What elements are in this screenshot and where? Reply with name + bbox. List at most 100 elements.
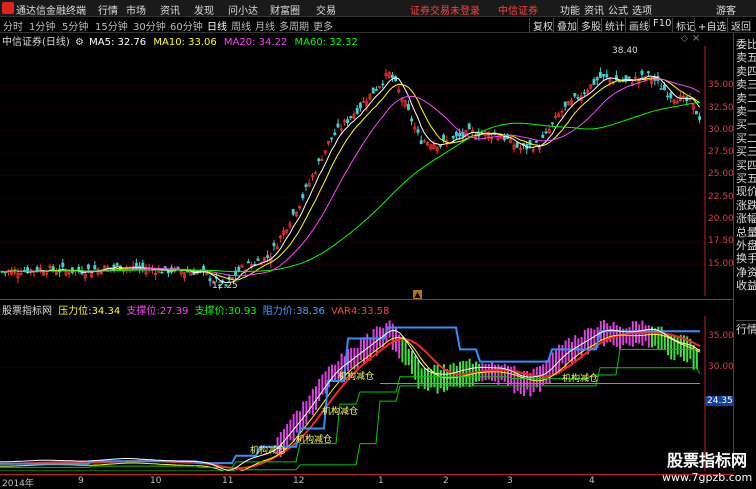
candle-body [317, 158, 321, 162]
tool-f10[interactable]: F10 [649, 18, 671, 29]
candle-body [419, 140, 423, 145]
ma-header: 中信证券(日线) ⚙ MA5: 32.76 MA10: 33.06 MA20: … [0, 33, 358, 48]
watermark-title: 股票指标网 [666, 451, 747, 470]
period-60min[interactable]: 60分钟 [170, 18, 203, 33]
period-5min[interactable]: 5分钟 [62, 18, 88, 33]
candle-body [694, 110, 698, 115]
period-daily[interactable]: 日线 [207, 18, 227, 33]
user-label[interactable]: 游客 [716, 2, 736, 17]
candle-body [698, 116, 702, 120]
period-more[interactable]: 更多 [313, 18, 333, 33]
menu-formula[interactable]: 公式 [608, 2, 628, 17]
high-price-label: 38.40 [612, 46, 638, 56]
indicator-tick: 30.00 [708, 361, 734, 372]
x-tick: 2014年 [2, 479, 34, 489]
ma5-line [1, 75, 701, 284]
menu-discover[interactable]: 发现 [194, 2, 214, 17]
candle-body [374, 89, 378, 91]
ma20-line [1, 78, 700, 277]
candle-body [394, 76, 398, 82]
candle-body [573, 93, 577, 97]
menu-quotes[interactable]: 行情 [98, 2, 118, 17]
candle-body [416, 129, 420, 133]
site-watermark: 股票指标网 www.7gpzb.com [662, 451, 752, 487]
menu-options[interactable]: 选项 [632, 2, 652, 17]
candle-body [534, 141, 538, 143]
period-15min[interactable]: 15分钟 [95, 18, 128, 33]
candle-body [330, 137, 334, 140]
menu-market[interactable]: 市场 [126, 2, 146, 17]
app-logo-icon [2, 2, 14, 14]
menu-function[interactable]: 功能 [560, 2, 580, 17]
side-tab-quotes[interactable]: 行情 [736, 320, 756, 337]
menu-ask[interactable]: 问小达 [228, 2, 258, 17]
broker-name[interactable]: 中信证券 [498, 2, 538, 17]
period-monthly[interactable]: 月线 [255, 18, 275, 33]
annotation-label: 机构减仓 [296, 435, 333, 445]
x-tick: 3 [507, 476, 513, 486]
x-tick: 12 [293, 476, 305, 486]
candle-body [605, 74, 609, 78]
candle-body [160, 271, 164, 274]
candle-body [563, 101, 567, 107]
candle-body [246, 261, 250, 264]
candle-body [406, 103, 410, 110]
candle-body [186, 270, 190, 273]
time-axis: 2014年 9 10 11 12 1 2 3 4 [0, 474, 733, 489]
menu-trade[interactable]: 交易 [316, 2, 336, 17]
tool-adjust[interactable]: 复权 [529, 18, 553, 33]
price-tick: 20.00 [708, 214, 734, 225]
period-weekly[interactable]: 周线 [231, 18, 251, 33]
close-icon[interactable]: × [692, 33, 700, 44]
tool-mark[interactable]: 标记 [672, 18, 696, 33]
var4-line [0, 331, 701, 470]
candle-body [390, 74, 394, 79]
app-title: 通达信金融终端 [16, 6, 86, 17]
candle-body [646, 71, 650, 74]
kline-chart[interactable] [0, 46, 733, 296]
candle-body [115, 263, 119, 266]
candle-body [112, 264, 116, 268]
candle-body [163, 266, 167, 268]
candle-body [544, 131, 548, 134]
price-tick: 32.50 [708, 102, 734, 113]
tool-draw[interactable]: 画线 [625, 18, 649, 33]
indicator-chart[interactable] [0, 316, 733, 471]
candle-body [93, 265, 97, 270]
candle-body [576, 96, 580, 99]
candle-body [454, 131, 458, 137]
candle-body [61, 262, 65, 268]
expand-icon[interactable]: ◇ [681, 34, 688, 44]
period-30min[interactable]: 30分钟 [133, 18, 166, 33]
menu-info[interactable]: 资讯 [584, 2, 604, 17]
candle-body [595, 77, 599, 81]
candle-body [662, 84, 666, 91]
login-status[interactable]: 证券交易未登录 [410, 2, 480, 17]
tool-stats[interactable]: 统计 [601, 18, 625, 33]
candle-body [358, 102, 362, 109]
period-timeshare[interactable]: 分时 [3, 18, 23, 33]
price-tick: 15.00 [708, 258, 734, 269]
menu-wealth[interactable]: 财富圈 [270, 2, 300, 17]
candle-body [602, 73, 606, 77]
price-tick: 17.50 [708, 236, 734, 247]
tool-add-watch[interactable]: +自选 [694, 18, 726, 33]
menu-bar: 通达信金融终端 行情 市场 资讯 发现 问小达 财富圈 交易 证券交易未登录 中… [0, 0, 756, 17]
price-line [0, 328, 701, 471]
period-1min[interactable]: 1分钟 [29, 18, 55, 33]
candle-body [618, 80, 622, 83]
candle-body [333, 132, 337, 136]
candle-body [550, 122, 554, 125]
candle-body [627, 76, 631, 79]
x-tick: 2 [443, 476, 449, 486]
menu-news[interactable]: 资讯 [160, 2, 180, 17]
candle-body [304, 184, 308, 187]
price-tick: 22.50 [708, 191, 734, 202]
tool-multistock[interactable]: 多股 [577, 18, 601, 33]
event-marker-icon[interactable]: ▲ [413, 290, 422, 299]
candle-body [86, 264, 90, 270]
period-multi[interactable]: 多周期 [279, 18, 309, 33]
x-tick: 11 [222, 476, 234, 486]
tool-overlay[interactable]: 叠加 [553, 18, 577, 33]
tool-back[interactable]: 返回 [727, 18, 751, 33]
